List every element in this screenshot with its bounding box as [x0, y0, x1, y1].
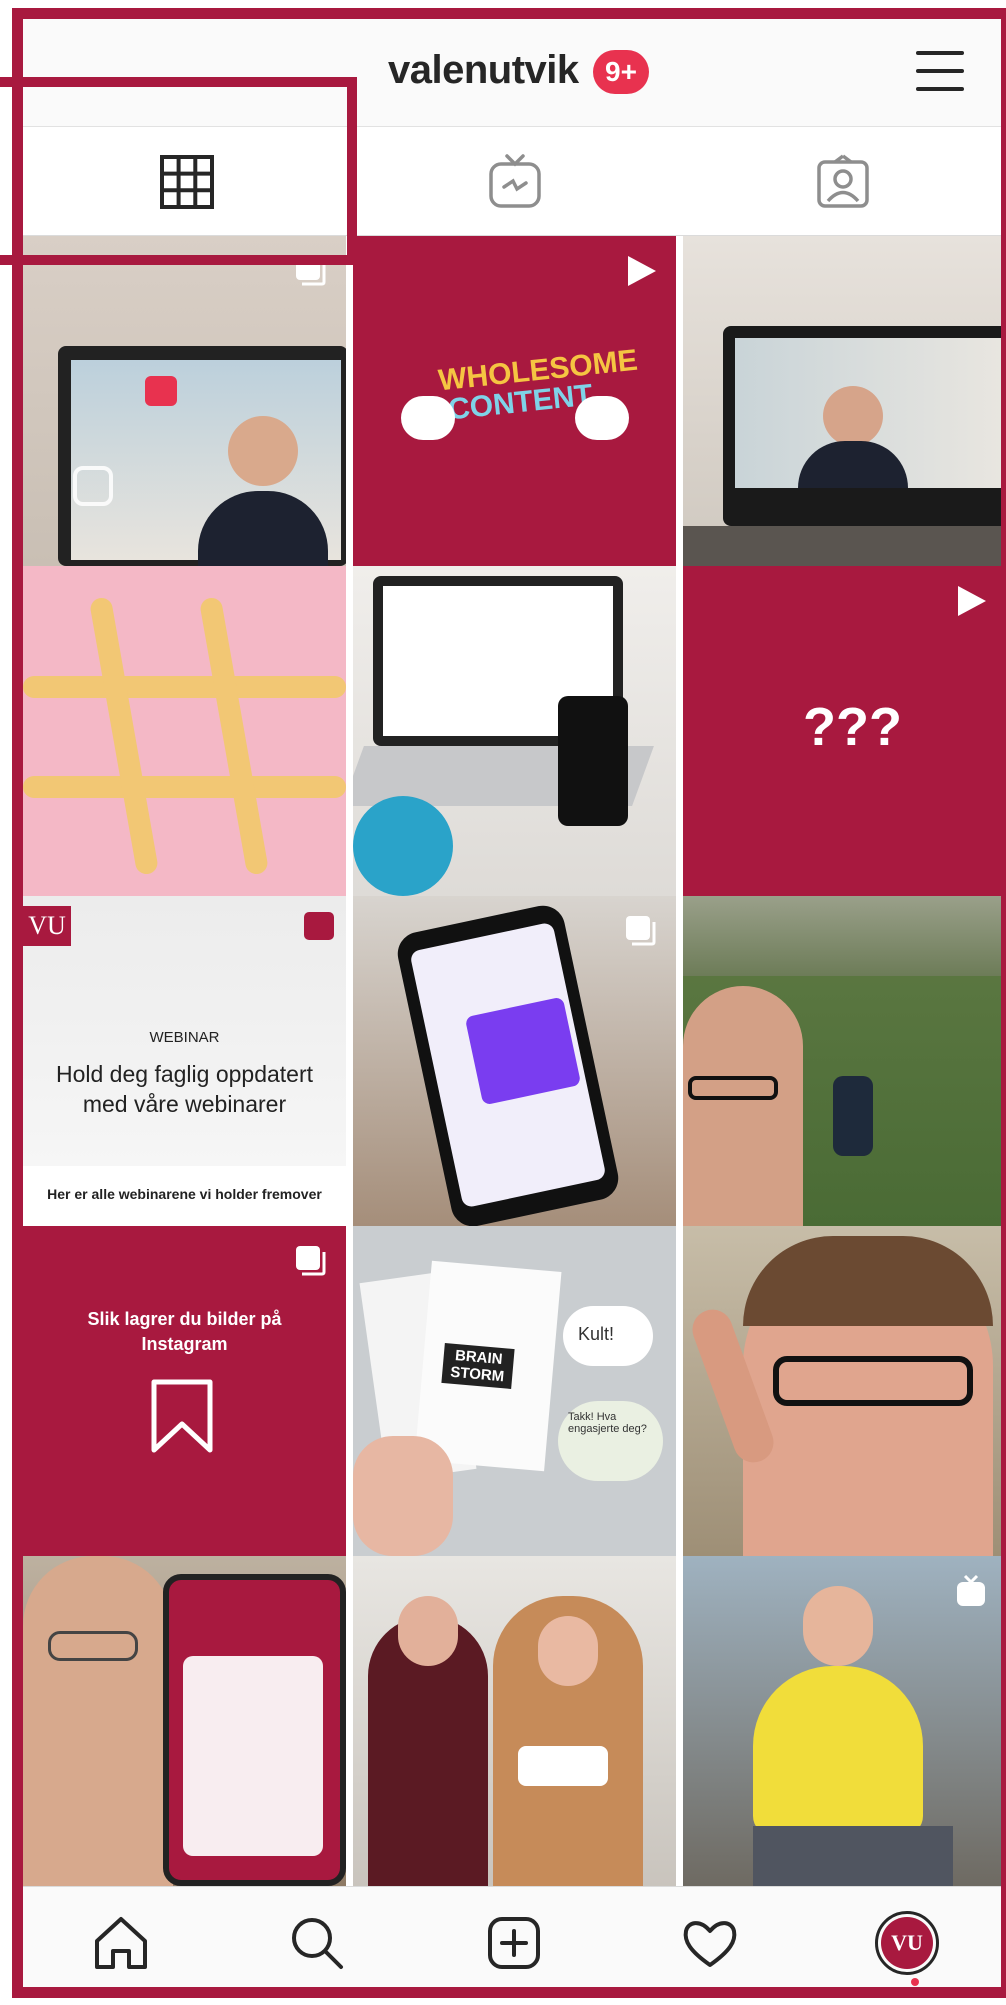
- tagged-person-icon: [817, 154, 869, 208]
- bottom-navigation: VU: [23, 1886, 1006, 1998]
- post-type-icon: [304, 912, 334, 940]
- bookmark-icon: [151, 1379, 213, 1453]
- carousel-icon: [296, 1246, 326, 1276]
- notification-badge[interactable]: 9+: [593, 50, 649, 94]
- search-icon: [292, 1918, 343, 1969]
- igtv-icon: [957, 1574, 985, 1606]
- igtv-icon: [489, 154, 541, 208]
- post-tile-selfie-phone-profile[interactable]: [23, 1556, 346, 1886]
- post-tile-laptop-video-call[interactable]: [683, 236, 1006, 566]
- video-play-icon: [628, 256, 656, 286]
- nav-activity[interactable]: [612, 1887, 808, 1999]
- profile-indicator-dot: [911, 1978, 919, 1986]
- nav-home[interactable]: [23, 1887, 219, 1999]
- post-tile-laptop-phone-website[interactable]: [353, 566, 676, 896]
- profile-username[interactable]: valenutvik: [388, 48, 579, 93]
- carousel-icon: [626, 916, 656, 946]
- hamburger-menu-icon[interactable]: [916, 51, 964, 91]
- post-tile-selfie-garden[interactable]: [683, 896, 1006, 1226]
- post-tile-save-tip[interactable]: Slik lagrer du bilder på Instagram: [23, 1226, 346, 1556]
- instagram-logo-icon: [73, 466, 113, 506]
- add-post-icon: [488, 1917, 540, 1969]
- profile-header: valenutvik 9+: [23, 19, 1006, 127]
- post-tile-hashtag-breadsticks[interactable]: [23, 566, 346, 896]
- home-icon: [95, 1917, 147, 1969]
- post-tile-phone-app-store[interactable]: [353, 896, 676, 1226]
- post-tile-yellow-sweater[interactable]: [683, 1556, 1006, 1886]
- video-play-icon: [958, 586, 986, 616]
- profile-tabs: [23, 128, 1006, 236]
- vu-logo: VU: [23, 906, 71, 946]
- post-tile-wholesome-content[interactable]: WHOLESOME CONTENT: [353, 236, 676, 566]
- post-tile-webinar[interactable]: VU WEBINAR Hold deg faglig oppdatert med…: [23, 896, 346, 1226]
- post-tile-question-marks[interactable]: ???: [683, 566, 1006, 896]
- nav-new-post[interactable]: [416, 1887, 612, 1999]
- profile-avatar-icon: VU: [875, 1911, 939, 1975]
- tab-grid[interactable]: [23, 128, 351, 236]
- like-notification-icon: [145, 376, 177, 406]
- tab-igtv[interactable]: [351, 128, 679, 236]
- heart-icon: [683, 1921, 737, 1967]
- post-tile-two-women[interactable]: [353, 1556, 676, 1886]
- carousel-icon: [296, 256, 326, 286]
- tab-tagged[interactable]: [679, 128, 1006, 236]
- grid-icon: [160, 155, 214, 209]
- post-tile-selfie-pointing[interactable]: [683, 1226, 1006, 1556]
- post-tile-laptop-instagram[interactable]: [23, 236, 346, 566]
- post-tile-polaroid-brainstorm[interactable]: BRAIN STORM Kult! Takk! Hva engasjerte d…: [353, 1226, 676, 1556]
- nav-search[interactable]: [219, 1887, 415, 1999]
- nav-profile[interactable]: VU: [809, 1887, 1005, 1999]
- post-grid: WHOLESOME CONTENT ??? VU WEBINAR Hold de…: [23, 236, 1006, 1886]
